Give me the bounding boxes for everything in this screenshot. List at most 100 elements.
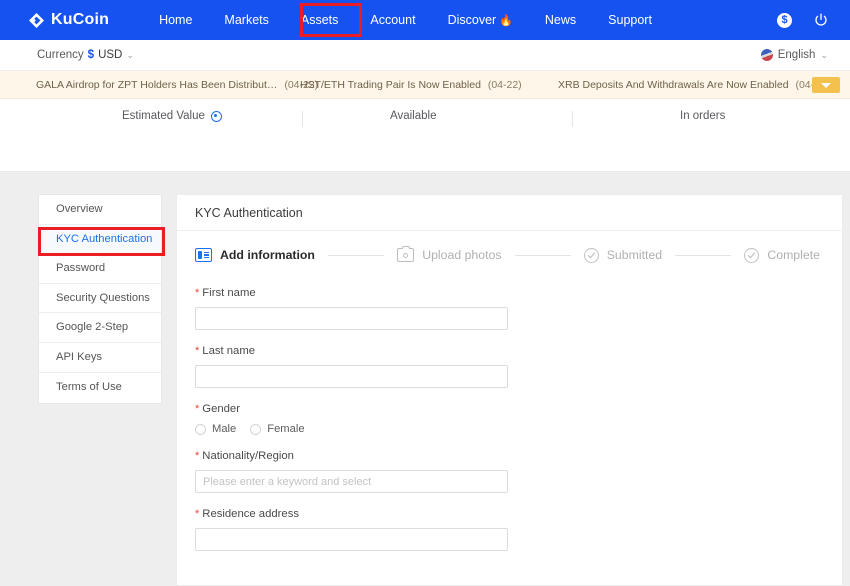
radio-label: Female <box>267 423 305 435</box>
nav-item-account[interactable]: Account <box>354 0 431 40</box>
dollar-glyph: $ <box>777 12 792 28</box>
id-card-icon <box>195 248 212 262</box>
announcement-expand-button[interactable] <box>812 77 840 93</box>
page-title: KYC Authentication <box>177 195 842 231</box>
nav-item-support[interactable]: Support <box>592 0 668 40</box>
announcement-item[interactable]: GALA Airdrop for ZPT Holders Has Been Di… <box>36 71 318 99</box>
step-complete[interactable]: Complete <box>744 247 820 263</box>
radio-icon <box>250 423 262 435</box>
kyc-form: * First name * Last name * Gender Male F… <box>177 279 842 551</box>
power-icon[interactable] <box>814 13 828 27</box>
chevron-down-icon: ⌄ <box>820 49 828 60</box>
summary-estimated-value: Estimated Value <box>122 110 222 122</box>
sidebar-item-label: Terms of Use <box>56 380 122 393</box>
page-root: KuCoin Home Markets Assets Account Disco… <box>0 0 850 586</box>
announcement-text: GALA Airdrop for ZPT Holders Has Been Di… <box>36 79 278 91</box>
sidebar-item-api-keys[interactable]: API Keys <box>39 343 161 373</box>
sidebar-item-label: Overview <box>56 203 103 215</box>
step-label: Add information <box>220 248 315 262</box>
nav-item-home[interactable]: Home <box>143 0 208 40</box>
radio-icon <box>195 423 206 435</box>
gender-label: * Gender <box>195 403 842 415</box>
step-label: Submitted <box>606 248 663 262</box>
camera-icon <box>397 245 415 262</box>
last-name-label: * Last name <box>195 345 842 357</box>
sidebar-item-overview[interactable]: Overview <box>39 195 161 225</box>
eye-icon[interactable] <box>210 110 222 122</box>
nav-label: News <box>544 13 577 27</box>
required-asterisk: * <box>195 403 200 415</box>
nav-item-discover[interactable]: Discover 🔥 <box>432 0 529 41</box>
label-text: Residence address <box>202 508 299 520</box>
nav-label: Discover <box>447 12 497 27</box>
sidebar-item-label: Security Questions <box>56 291 150 304</box>
first-name-label: * First name <box>195 287 842 299</box>
announcement-text: XRB Deposits And Withdrawals Are Now Ena… <box>558 79 789 91</box>
summary-label: In orders <box>680 110 726 122</box>
summary-divider <box>302 111 303 127</box>
brand-logo[interactable]: KuCoin <box>28 11 109 29</box>
sidebar-item-kyc-authentication[interactable]: KYC Authentication <box>39 224 161 255</box>
step-label: Upload photos <box>422 248 502 262</box>
step-label: Complete <box>767 248 820 262</box>
step-connector <box>675 254 732 256</box>
sidebar-item-password[interactable]: Password <box>39 254 161 284</box>
nav-item-markets[interactable]: Markets <box>208 0 284 40</box>
field-first-name: * First name <box>195 287 842 330</box>
kucoin-k-logo-icon <box>28 12 45 29</box>
sidebar-item-google-2-step[interactable]: Google 2-Step <box>39 313 161 343</box>
nav-label: Markets <box>224 13 269 27</box>
last-name-input[interactable] <box>195 365 508 388</box>
sidebar-item-terms-of-use[interactable]: Terms of Use <box>39 373 161 403</box>
flame-icon: 🔥 <box>499 14 513 27</box>
first-name-input[interactable] <box>195 307 508 330</box>
language-selector[interactable]: English ⌄ <box>760 49 828 61</box>
nav-item-assets[interactable]: Assets <box>285 0 355 40</box>
residence-address-input[interactable] <box>195 528 508 551</box>
check-circle-icon <box>583 247 599 263</box>
gender-option-male[interactable]: Male <box>195 423 236 435</box>
announcement-text: HST/ETH Trading Pair Is Now Enabled <box>300 79 481 91</box>
nav-label: Home <box>159 13 193 27</box>
sidebar-item-security-questions[interactable]: Security Questions <box>39 284 161 314</box>
kyc-stepper: Add information Upload photos Submitted … <box>177 231 842 279</box>
nationality-input[interactable] <box>195 470 508 493</box>
sidebar-item-label: KYC Authentication <box>56 232 153 245</box>
currency-bar: Currency $ USD ⌄ English ⌄ <box>0 40 850 71</box>
nav-label: Assets <box>300 13 339 27</box>
account-sidebar: Overview KYC Authentication Password Sec… <box>38 194 162 404</box>
radio-label: Male <box>212 423 237 435</box>
step-add-information[interactable]: Add information <box>195 248 315 262</box>
field-nationality: * Nationality/Region <box>195 450 842 493</box>
currency-selector[interactable]: Currency $ USD ⌄ <box>37 49 134 61</box>
nav-right-icons: $ <box>777 0 828 40</box>
sidebar-item-label: API Keys <box>56 350 103 363</box>
summary-divider <box>572 111 573 127</box>
nationality-label: * Nationality/Region <box>195 450 842 462</box>
field-residence-address: * Residence address <box>195 508 842 551</box>
gender-option-female[interactable]: Female <box>250 423 305 435</box>
dollar-sign-icon: $ <box>87 49 95 61</box>
gender-radio-group: Male Female <box>195 423 842 435</box>
required-asterisk: * <box>195 287 200 299</box>
nav-item-news[interactable]: News <box>529 0 592 40</box>
currency-value: USD <box>98 49 123 61</box>
dollar-coin-icon[interactable]: $ <box>777 12 792 28</box>
residence-address-label: * Residence address <box>195 508 842 520</box>
label-text: First name <box>202 287 256 299</box>
kyc-content-panel: KYC Authentication Add information Uploa… <box>176 194 843 586</box>
summary-label: Estimated Value <box>122 110 205 122</box>
sidebar-item-label: Password <box>56 262 106 275</box>
label-text: Last name <box>202 345 256 357</box>
nav-label: Account <box>370 13 416 27</box>
step-connector <box>514 254 571 256</box>
summary-label: Available <box>390 110 437 122</box>
us-flag-icon <box>760 49 773 61</box>
check-circle-icon <box>744 247 760 263</box>
announcement-item[interactable]: HST/ETH Trading Pair Is Now Enabled (04-… <box>300 71 522 99</box>
announcement-item[interactable]: XRB Deposits And Withdrawals Are Now Ena… <box>558 71 829 99</box>
step-upload-photos[interactable]: Upload photos <box>397 245 502 262</box>
top-navigation-bar: KuCoin Home Markets Assets Account Disco… <box>0 0 850 40</box>
step-submitted[interactable]: Submitted <box>583 247 663 263</box>
currency-label: Currency <box>37 49 84 61</box>
